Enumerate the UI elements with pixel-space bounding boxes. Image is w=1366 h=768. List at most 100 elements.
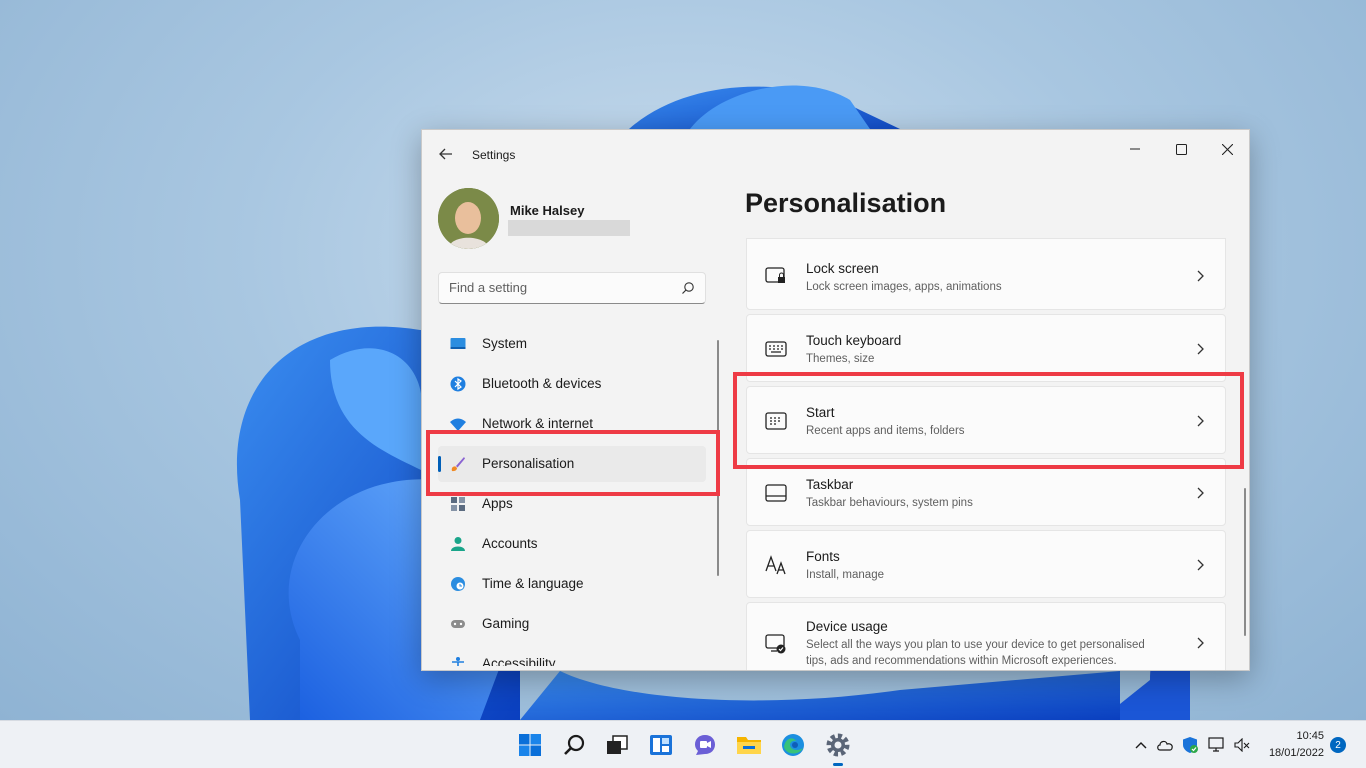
- bluetooth-icon: [450, 376, 466, 392]
- chevron-right-icon: [1197, 270, 1204, 282]
- chevron-right-icon: [1197, 343, 1204, 355]
- lock-screen-icon: [765, 267, 785, 283]
- search-input[interactable]: [449, 280, 669, 295]
- volume-button[interactable]: [1233, 736, 1251, 754]
- edge-browser-icon: [782, 734, 804, 756]
- card-subtitle: Taskbar behaviours, system pins: [806, 497, 973, 509]
- clock-date[interactable]: 18/01/2022: [1262, 747, 1324, 759]
- nav-item-accessibility[interactable]: Accessibility: [438, 646, 706, 666]
- network-monitor-icon: [1208, 737, 1224, 752]
- nav-item-gaming[interactable]: Gaming: [438, 606, 706, 642]
- chat-button[interactable]: [691, 731, 719, 759]
- nav-label: Gaming: [482, 616, 530, 631]
- nav-item-network[interactable]: Network & internet: [438, 406, 706, 442]
- onedrive-button[interactable]: [1156, 736, 1174, 754]
- card-subtitle: Select all the ways you plan to use your…: [806, 639, 1145, 667]
- user-name: Mike Halsey: [510, 203, 585, 218]
- nav-item-system[interactable]: System: [438, 326, 706, 362]
- minimize-button[interactable]: [1112, 134, 1158, 164]
- widgets-icon: [650, 735, 672, 755]
- notification-badge[interactable]: 2: [1330, 737, 1346, 753]
- page-title: Personalisation: [745, 188, 947, 218]
- nav-pane: System Bluetooth & devices Network & int…: [438, 326, 706, 666]
- nav-label: Personalisation: [482, 456, 575, 471]
- nav-label: Accessibility: [482, 656, 556, 666]
- card-taskbar[interactable]: Taskbar Taskbar behaviours, system pins: [746, 458, 1226, 526]
- settings-taskbar-button[interactable]: [824, 731, 852, 759]
- windows-security-button[interactable]: [1181, 736, 1199, 754]
- task-view-button[interactable]: [603, 731, 631, 759]
- avatar[interactable]: [438, 188, 499, 249]
- close-icon: [1221, 143, 1233, 155]
- search-box[interactable]: [438, 272, 706, 304]
- search-icon: [564, 734, 585, 755]
- card-subtitle: Lock screen images, apps, animations: [806, 281, 1002, 293]
- back-button[interactable]: [434, 142, 458, 166]
- maximize-icon: [1175, 143, 1187, 155]
- card-fonts[interactable]: Fonts Install, manage: [746, 530, 1226, 598]
- chat-icon: [695, 735, 715, 755]
- taskbar-icon: [765, 484, 787, 502]
- gear-icon: [826, 733, 850, 757]
- gamepad-icon: [451, 620, 465, 628]
- nav-label: System: [482, 336, 528, 351]
- nav-item-accounts[interactable]: Accounts: [438, 526, 706, 562]
- nav-label: Time & language: [482, 576, 584, 591]
- active-app-indicator: [833, 763, 843, 766]
- taskbar-search-button[interactable]: [560, 731, 588, 759]
- speaker-muted-icon: [1234, 738, 1250, 752]
- arrow-left-icon: [439, 148, 452, 160]
- network-button[interactable]: [1208, 736, 1226, 754]
- nav-item-bluetooth[interactable]: Bluetooth & devices: [438, 366, 706, 402]
- user-photo-icon: [438, 188, 499, 249]
- nav-scrollbar[interactable]: [717, 340, 719, 576]
- chevron-right-icon: [1197, 637, 1204, 649]
- card-start[interactable]: Start Recent apps and items, folders: [746, 386, 1226, 454]
- chevron-right-icon: [1197, 559, 1204, 571]
- show-hidden-icons-button[interactable]: [1132, 736, 1150, 754]
- app-title: Settings: [472, 148, 516, 162]
- start-icon: [765, 412, 787, 430]
- card-lock-screen[interactable]: Lock screen Lock screen images, apps, an…: [746, 238, 1226, 310]
- widgets-button[interactable]: [647, 731, 675, 759]
- card-touch-keyboard[interactable]: Touch keyboard Themes, size: [746, 314, 1226, 382]
- settings-window: Settings Mike Halsey System Blue: [421, 129, 1250, 671]
- nav-label: Accounts: [482, 536, 538, 551]
- card-subtitle: Install, manage: [806, 569, 884, 581]
- selected-indicator: [438, 456, 441, 472]
- settings-list: Lock screen Lock screen images, apps, an…: [746, 238, 1226, 670]
- card-subtitle: Themes, size: [806, 353, 875, 365]
- card-title: Start: [806, 405, 835, 420]
- content-scrollbar[interactable]: [1244, 488, 1246, 636]
- start-button[interactable]: [516, 731, 544, 759]
- card-title: Device usage: [806, 619, 888, 634]
- card-title: Fonts: [806, 549, 840, 564]
- nav-label: Bluetooth & devices: [482, 376, 602, 391]
- folder-icon: [737, 737, 761, 754]
- windows-logo-icon: [519, 734, 541, 756]
- nav-item-personalisation[interactable]: Personalisation: [438, 446, 706, 482]
- chevron-up-icon: [1135, 742, 1147, 749]
- globe-clock-icon: [451, 577, 465, 591]
- monitor-icon: [450, 338, 466, 349]
- device-usage-icon: [765, 634, 786, 654]
- card-device-usage[interactable]: Device usage Select all the ways you pla…: [746, 602, 1226, 670]
- user-email-redacted: [508, 220, 630, 236]
- edge-button[interactable]: [779, 731, 807, 759]
- accessibility-icon: [452, 657, 464, 666]
- file-explorer-button[interactable]: [735, 731, 763, 759]
- card-title: Taskbar: [806, 477, 854, 492]
- search-icon[interactable]: [681, 281, 695, 295]
- nav-label: Network & internet: [482, 416, 594, 431]
- card-subtitle: Recent apps and items, folders: [806, 425, 965, 437]
- task-view-icon: [607, 735, 628, 754]
- apps-icon: [451, 497, 465, 511]
- shield-icon: [1183, 737, 1198, 753]
- clock-time[interactable]: 10:45: [1294, 730, 1324, 742]
- close-button[interactable]: [1204, 134, 1249, 164]
- maximize-button[interactable]: [1158, 134, 1204, 164]
- nav-item-time-language[interactable]: Time & language: [438, 566, 706, 602]
- chevron-right-icon: [1197, 415, 1204, 427]
- wifi-icon: [450, 418, 466, 431]
- nav-item-apps[interactable]: Apps: [438, 486, 706, 522]
